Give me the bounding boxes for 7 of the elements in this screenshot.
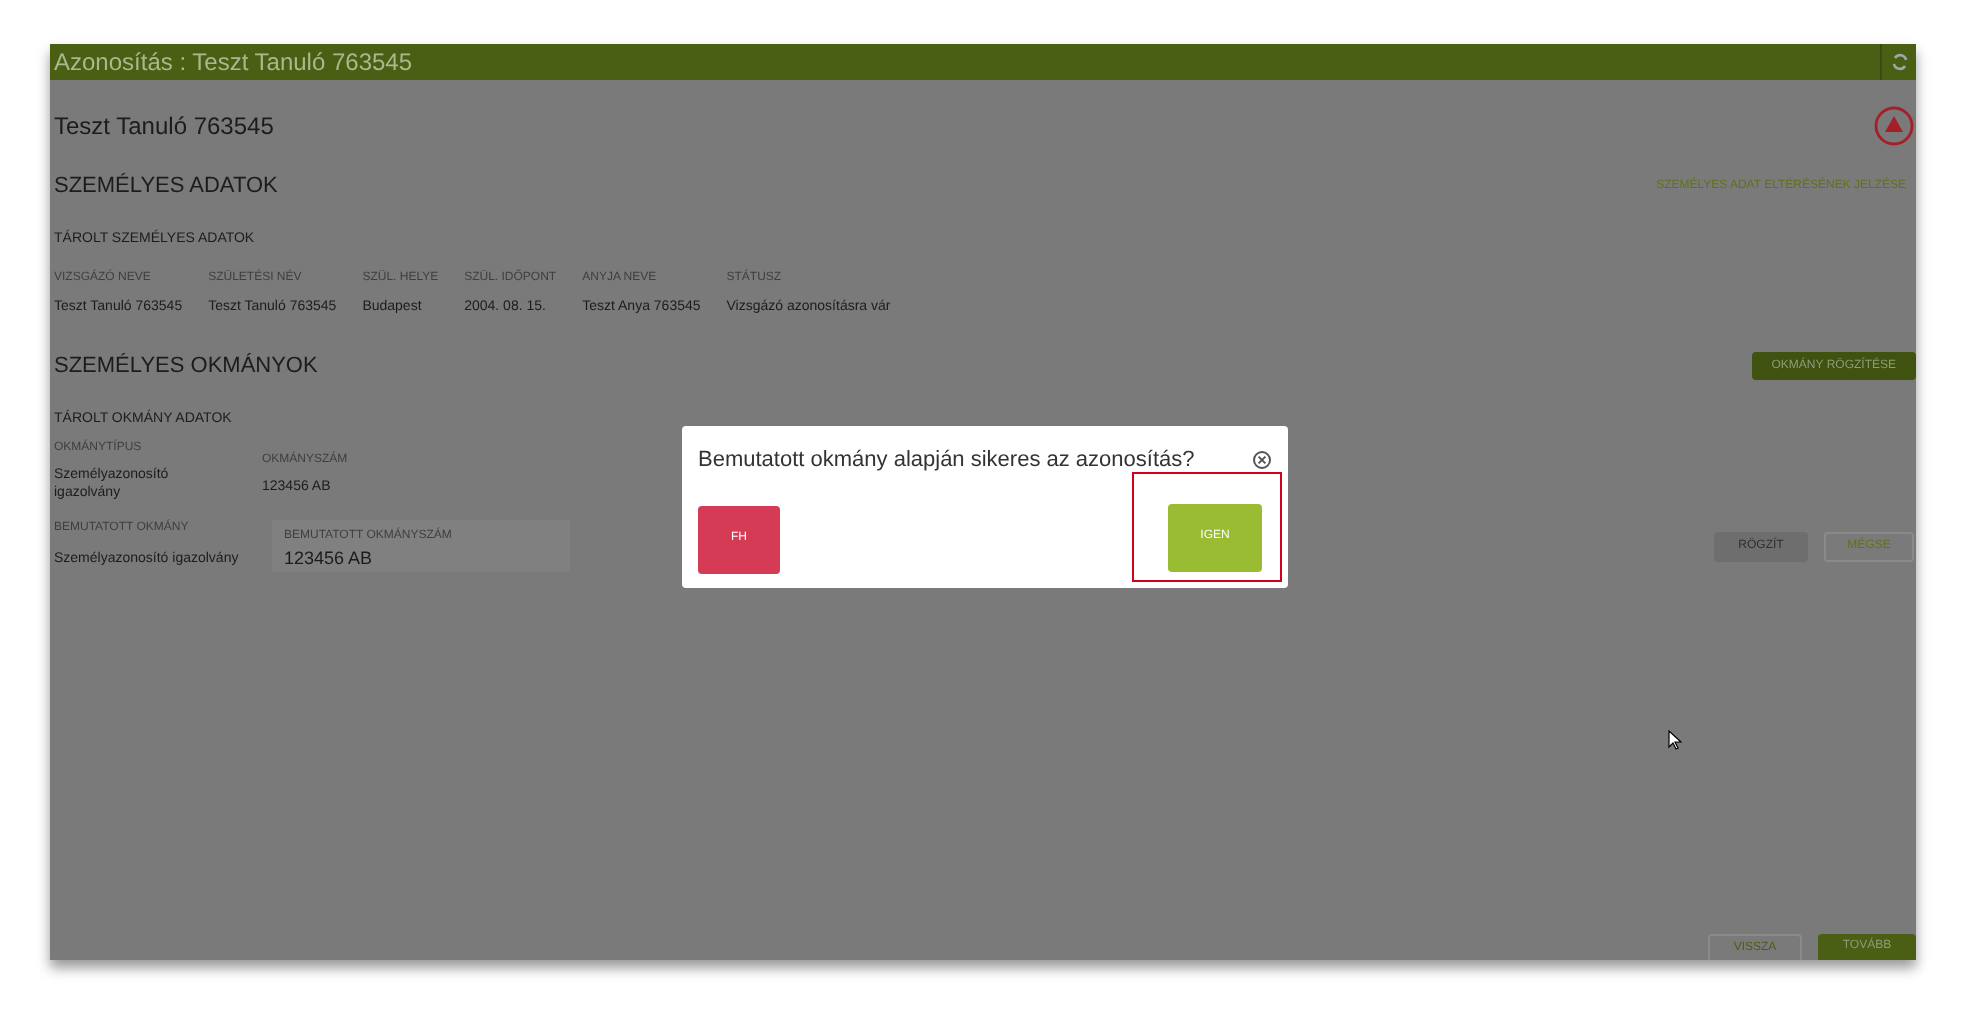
student-name: Teszt Tanuló 763545 <box>54 110 274 144</box>
section-heading: SZEMÉLYES ADATOK <box>54 171 278 202</box>
close-icon[interactable] <box>1252 450 1272 471</box>
dialog-question: Bemutatott okmány alapján sikeres az azonosítás? <box>698 446 1195 476</box>
mouse-pointer-icon <box>1668 730 1682 750</box>
window-title: Azonosítás : Teszt Tanuló 763545 <box>54 50 413 74</box>
section-heading: SZEMÉLYES OKMÁNYOK <box>54 351 318 382</box>
